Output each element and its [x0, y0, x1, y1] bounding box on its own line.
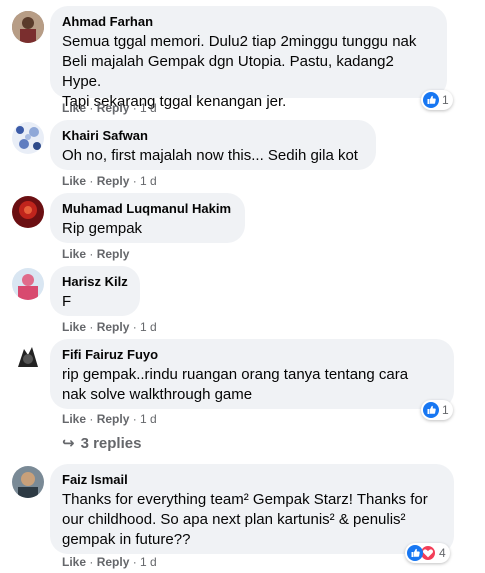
like-link[interactable]: Like [62, 555, 86, 569]
reply-link[interactable]: Reply [97, 412, 130, 426]
comment-text: F [62, 293, 72, 310]
reply-link[interactable]: Reply [97, 247, 130, 261]
comment-actions: Like · Reply · 1 d [62, 101, 157, 115]
reply-link[interactable]: Reply [97, 101, 130, 115]
commenter-name[interactable]: Ahmad Farhan [62, 14, 435, 30]
reaction-count[interactable]: 1 [421, 400, 453, 420]
like-link[interactable]: Like [62, 412, 86, 426]
like-link[interactable]: Like [62, 320, 86, 334]
like-reaction-icon [423, 92, 439, 108]
reaction-count[interactable]: 4 [405, 543, 450, 563]
commenter-name[interactable]: Faiz Ismail [62, 472, 442, 488]
comment-bubble: Ahmad Farhan Semua tggal memori. Dulu2 t… [50, 6, 447, 110]
timestamp[interactable]: 1 d [140, 174, 157, 188]
like-link[interactable]: Like [62, 101, 86, 115]
like-link[interactable]: Like [62, 174, 86, 188]
reply-link[interactable]: Reply [97, 555, 130, 569]
commenter-name[interactable]: Fifi Fairuz Fuyo [62, 347, 442, 363]
like-link[interactable]: Like [62, 247, 86, 261]
reply-link[interactable]: Reply [97, 320, 130, 334]
commenter-name[interactable]: Khairi Safwan [62, 128, 364, 144]
reply-arrow-icon: ↪ [62, 435, 75, 452]
like-reaction-icon [423, 402, 439, 418]
comment-bubble: Faiz Ismail Thanks for everything team² … [50, 464, 454, 554]
avatar[interactable] [12, 341, 44, 373]
timestamp[interactable]: 1 d [140, 101, 157, 115]
comment-actions: Like · Reply · 1 d [62, 174, 157, 188]
reaction-number: 1 [442, 403, 449, 417]
comment-actions: Like · Reply · 1 d [62, 320, 157, 334]
comment-bubble: Fifi Fairuz Fuyo rip gempak..rindu ruang… [50, 339, 454, 409]
reaction-number: 4 [439, 546, 446, 560]
comment-text: Rip gempak [62, 220, 143, 237]
reply-link[interactable]: Reply [97, 174, 130, 188]
timestamp[interactable]: 1 d [140, 555, 157, 569]
avatar[interactable] [12, 11, 44, 43]
comment-actions: Like · Reply · 1 d [62, 412, 157, 426]
comment-bubble: Khairi Safwan Oh no, first majalah now t… [50, 120, 376, 170]
like-reaction-icon [407, 545, 423, 561]
avatar[interactable] [12, 268, 44, 300]
comment-text: Oh no, first majalah now this... Sedih g… [62, 147, 358, 164]
commenter-name[interactable]: Muhamad Luqmanul Hakim [62, 201, 233, 217]
avatar[interactable] [12, 466, 44, 498]
avatar[interactable] [12, 196, 44, 228]
comment-text: Thanks for everything team² Gempak Starz… [62, 491, 428, 548]
comment-bubble: Muhamad Luqmanul Hakim Rip gempak [50, 193, 245, 243]
timestamp[interactable]: 1 d [140, 320, 157, 334]
reaction-count[interactable]: 1 [421, 90, 453, 110]
comment-text: rip gempak..rindu ruangan orang tanya te… [62, 366, 409, 403]
commenter-name[interactable]: Harisz Kilz [62, 274, 128, 290]
comment-actions: Like · Reply · 1 d [62, 555, 157, 569]
comment-bubble: Harisz Kilz F [50, 266, 140, 316]
comment-actions: Like · Reply [62, 247, 130, 261]
view-replies-link[interactable]: ↪ 3 replies [62, 434, 141, 454]
avatar[interactable] [12, 122, 44, 154]
replies-count: 3 replies [80, 435, 142, 452]
timestamp[interactable]: 1 d [140, 412, 157, 426]
reaction-number: 1 [442, 93, 449, 107]
